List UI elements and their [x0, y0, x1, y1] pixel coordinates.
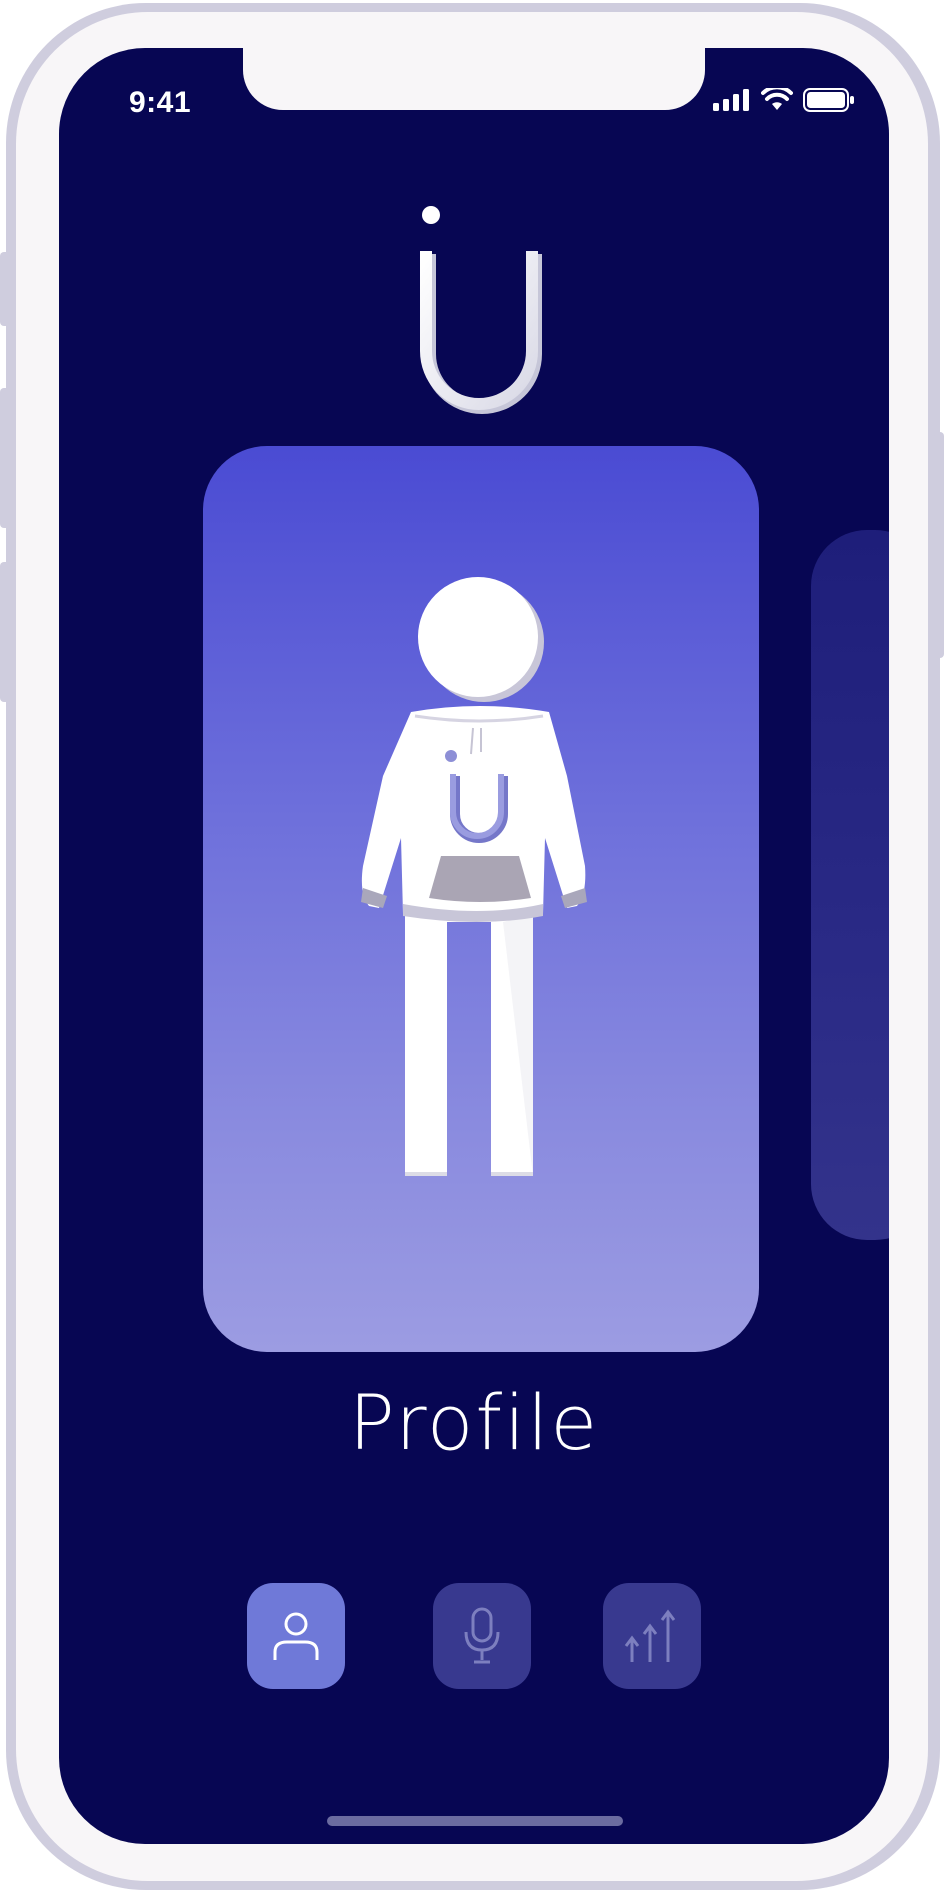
status-icons: [713, 86, 855, 114]
user-icon: [273, 1612, 319, 1660]
power-button: [934, 432, 944, 658]
microphone-icon: [464, 1607, 500, 1664]
next-card-peek[interactable]: [811, 530, 889, 1240]
mute-switch: [0, 252, 10, 326]
profile-card[interactable]: [203, 446, 759, 1352]
u-logo: [420, 206, 542, 414]
nav-progress-button[interactable]: [603, 1583, 701, 1689]
card-title: Profile: [348, 1378, 600, 1467]
battery-icon: [803, 88, 854, 112]
cellular-signal-icon: [713, 89, 749, 111]
status-time: 9:41: [129, 86, 192, 119]
volume-down-button: [0, 562, 10, 702]
rising-arrows-icon: [624, 1609, 676, 1662]
app-screen: 9:41 Profile: [59, 48, 889, 1844]
person-hoodie-illustration: [361, 577, 587, 1176]
notch: [243, 48, 705, 110]
home-indicator[interactable]: [327, 1816, 623, 1826]
nav-microphone-button[interactable]: [433, 1583, 531, 1689]
wifi-icon: [761, 88, 793, 110]
volume-up-button: [0, 388, 10, 528]
nav-profile-button[interactable]: [247, 1583, 345, 1689]
